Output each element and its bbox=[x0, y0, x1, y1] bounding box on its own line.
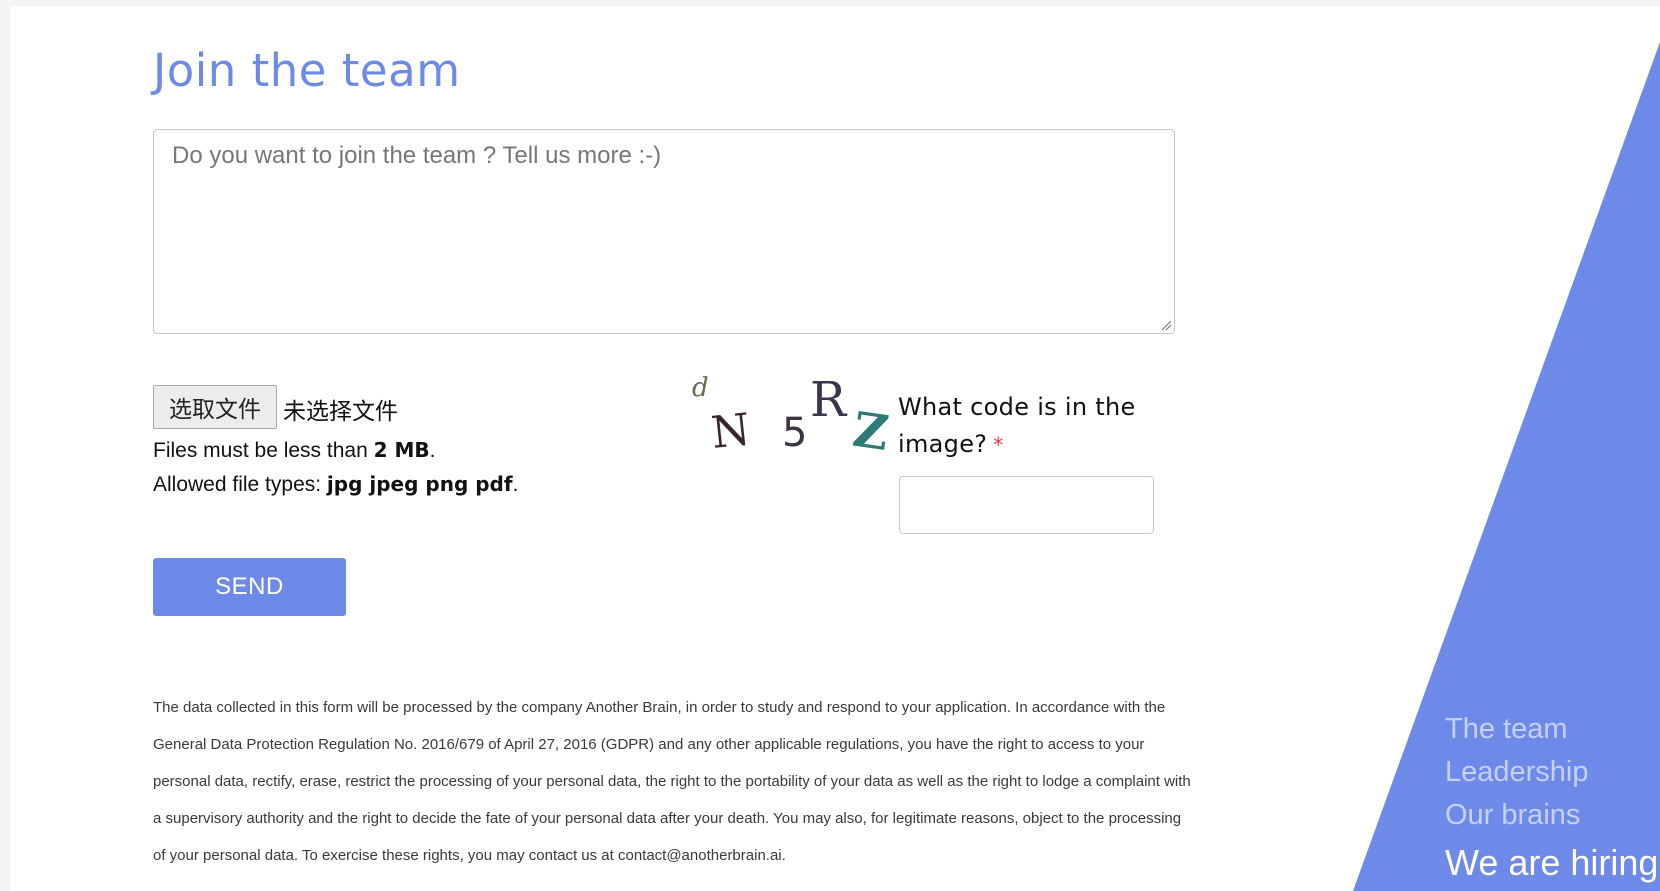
page-title: Join the team bbox=[153, 44, 461, 97]
captcha-input[interactable] bbox=[899, 476, 1154, 534]
message-textarea[interactable] bbox=[153, 129, 1175, 334]
gdpr-notice: The data collected in this form will be … bbox=[153, 699, 1191, 864]
captcha-char: d bbox=[692, 373, 709, 403]
side-nav-item-leadership[interactable]: Leadership bbox=[1445, 751, 1658, 794]
resize-grip-icon[interactable] bbox=[1160, 319, 1172, 331]
captcha-question: What code is in the image? * bbox=[898, 389, 1178, 464]
side-nav: The team Leadership Our brains We are hi… bbox=[1445, 708, 1658, 889]
allowed-file-types: jpg jpeg png pdf bbox=[326, 472, 513, 496]
side-nav-item-our-brains[interactable]: Our brains bbox=[1445, 794, 1658, 837]
captcha-char: R bbox=[810, 372, 848, 428]
captcha-char: Z bbox=[849, 402, 891, 462]
file-types-note-suffix: . bbox=[512, 473, 519, 496]
page: Join the team 选取文件 未选择文件 Files must be l… bbox=[10, 6, 1660, 891]
captcha-char: 5 bbox=[782, 410, 807, 456]
captcha-char: N bbox=[709, 404, 753, 459]
required-mark: * bbox=[993, 433, 1004, 457]
file-size-note-prefix: Files must be less than bbox=[153, 439, 374, 462]
file-size-limit: 2 MB bbox=[373, 438, 430, 462]
file-types-note-prefix: Allowed file types: bbox=[153, 473, 327, 496]
file-status: 未选择文件 bbox=[283, 399, 398, 425]
file-size-note-suffix: . bbox=[429, 439, 436, 462]
captcha-image: d N 5 R Z bbox=[692, 372, 892, 462]
choose-file-button[interactable]: 选取文件 bbox=[153, 385, 277, 429]
side-nav-item-the-team[interactable]: The team bbox=[1445, 708, 1658, 751]
side-nav-item-we-are-hiring[interactable]: We are hiring bbox=[1445, 837, 1658, 889]
file-types-note: Allowed file types: jpg jpeg png pdf. bbox=[153, 472, 518, 497]
send-button[interactable]: SEND bbox=[153, 558, 346, 616]
file-size-note: Files must be less than 2 MB. bbox=[153, 438, 435, 463]
captcha-question-text: What code is in the image? bbox=[898, 393, 1136, 458]
